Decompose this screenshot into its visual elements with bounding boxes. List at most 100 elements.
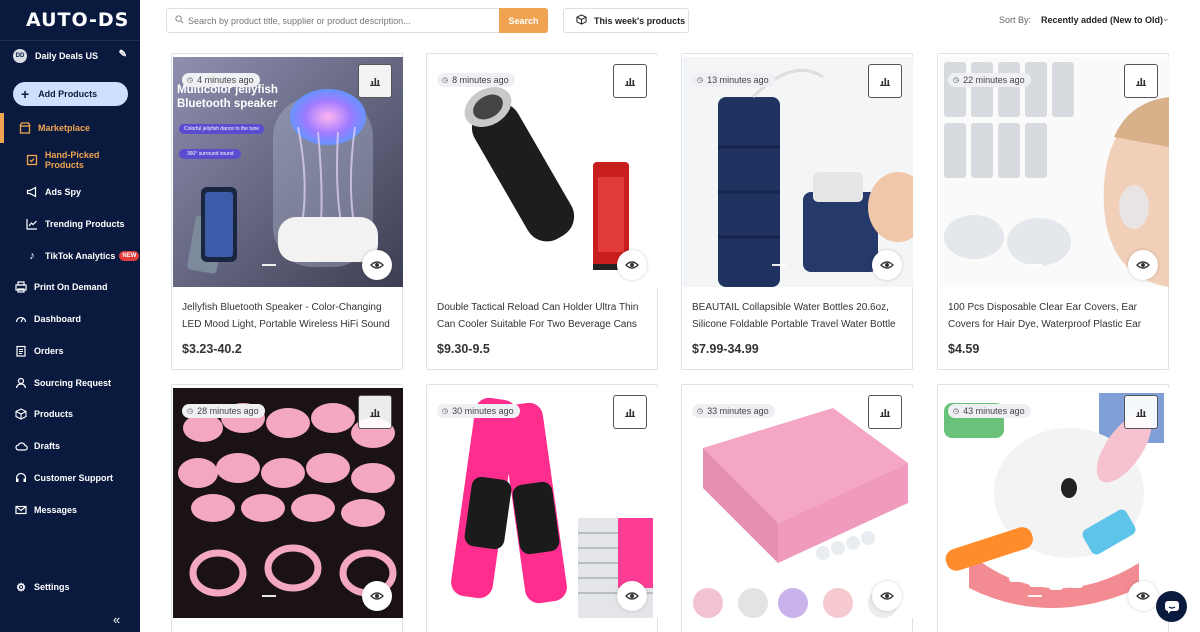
bar-chart-button[interactable] (358, 64, 392, 98)
sidebar-item-label: Print On Demand (34, 282, 108, 292)
bar-chart-button[interactable] (1124, 395, 1158, 429)
sidebar-item-label: Orders (34, 346, 64, 356)
eye-icon (1136, 592, 1150, 600)
tiktok-icon: ♪ (29, 250, 35, 262)
product-card[interactable]: ◷ 33 minutes ago (681, 384, 913, 632)
clock-icon: ◷ (953, 77, 960, 84)
sidebar-item-label: Hand-Picked Products (44, 150, 100, 170)
box-icon (576, 13, 587, 28)
sidebar-item-products[interactable]: Products (0, 404, 140, 424)
sidebar-item-marketplace[interactable]: Marketplace (0, 118, 140, 138)
product-title[interactable]: Double Tactical Reload Can Holder Ultra … (437, 299, 649, 333)
brand-logo[interactable]: AUTO-DS (26, 9, 129, 31)
bar-chart-button[interactable] (613, 64, 647, 98)
sidebar-item-drafts[interactable]: Drafts (0, 436, 140, 456)
gauge-icon (14, 312, 28, 326)
sidebar-item-customer-support[interactable]: Customer Support (0, 468, 140, 488)
time-text: 4 minutes ago (197, 75, 254, 85)
bar-chart-button[interactable] (868, 395, 902, 429)
bar-chart-icon (625, 78, 635, 86)
headset-icon (14, 471, 28, 485)
sidebar-item-label: Marketplace (38, 123, 91, 133)
bar-chart-icon (880, 409, 890, 417)
sidebar-item-sourcing-request[interactable]: Sourcing Request (0, 373, 140, 393)
chevron-down-icon[interactable]: ⌄ (1162, 13, 1170, 24)
clock-icon: ◷ (187, 408, 194, 415)
bar-chart-icon (370, 78, 380, 86)
bar-chart-button[interactable] (1124, 64, 1158, 98)
product-price: $4.59 (948, 342, 980, 356)
time-text: 13 minutes ago (707, 75, 769, 85)
preview-button[interactable] (362, 250, 392, 280)
product-card[interactable]: ◷ 8 minutes ago Double Tactical Reload Ca… (426, 53, 658, 370)
sort-select[interactable]: Recently added (New to Old) (1041, 15, 1163, 25)
time-badge: ◷ 33 minutes ago (692, 404, 775, 418)
megaphone-icon (25, 185, 39, 199)
sourcing-icon (14, 376, 28, 390)
add-products-label: Add Products (38, 89, 98, 99)
sidebar-item-trending[interactable]: Trending Products (0, 214, 140, 234)
preview-button[interactable] (872, 581, 902, 611)
product-card[interactable]: ◷ 13 minutes ago BEAUTAIL Collapsible Wat… (681, 53, 913, 370)
time-text: 28 minutes ago (197, 406, 259, 416)
clock-icon: ◷ (187, 77, 194, 84)
sidebar-item-label: Products (34, 409, 74, 419)
bar-chart-button[interactable] (358, 395, 392, 429)
trending-icon (25, 217, 39, 231)
search-field[interactable] (166, 8, 500, 33)
product-title[interactable]: Jellyfish Bluetooth Speaker - Color-Chan… (182, 299, 394, 333)
new-badge: NEW (119, 251, 140, 261)
collapse-sidebar-button[interactable]: « (113, 612, 120, 627)
preview-button[interactable] (872, 250, 902, 280)
clock-icon: ◷ (442, 408, 449, 415)
chat-button[interactable] (1156, 591, 1187, 622)
preview-button[interactable] (617, 250, 647, 280)
search-button[interactable]: Search (499, 8, 548, 33)
store-avatar: DD (13, 49, 27, 63)
search-input[interactable] (188, 15, 488, 26)
product-card[interactable]: Multicolor jellyfish Bluetooth speaker C… (171, 53, 403, 370)
sidebar-item-tiktok-analytics[interactable]: ♪ TikTok Analytics NEW (0, 246, 140, 266)
product-title[interactable]: 100 Pcs Disposable Clear Ear Covers, Ear… (948, 299, 1160, 333)
time-badge: ◷ 4 minutes ago (182, 73, 260, 87)
preview-button[interactable] (617, 581, 647, 611)
product-price: $3.23-40.2 (182, 342, 242, 356)
preview-button[interactable] (1128, 250, 1158, 280)
preview-button[interactable] (1128, 581, 1158, 611)
bar-chart-icon (1136, 78, 1146, 86)
bar-chart-button[interactable] (868, 64, 902, 98)
sidebar-item-messages[interactable]: Messages (0, 500, 140, 520)
sidebar-item-ads-spy[interactable]: Ads Spy (0, 182, 140, 202)
sidebar-item-label: Messages (34, 505, 78, 515)
this-weeks-products-button[interactable]: This week's products (563, 8, 689, 33)
product-title[interactable]: BEAUTAIL Collapsible Water Bottles 20.6o… (692, 299, 904, 333)
add-products-button[interactable]: + Add Products (13, 82, 128, 106)
sidebar-item-label: Trending Products (45, 219, 125, 229)
product-card[interactable]: ◷ 30 minutes ago (426, 384, 658, 632)
sidebar-item-label: Sourcing Request (34, 378, 112, 388)
sidebar-item-orders[interactable]: Orders (0, 341, 140, 361)
edit-icon[interactable]: ✎ (119, 49, 127, 60)
bar-chart-icon (880, 78, 890, 86)
preview-button[interactable] (362, 581, 392, 611)
time-badge: ◷ 43 minutes ago (948, 404, 1031, 418)
sidebar-item-dashboard[interactable]: Dashboard (0, 309, 140, 329)
sidebar-item-hand-picked[interactable]: Hand-Picked Products (0, 150, 140, 170)
search-icon (175, 15, 184, 26)
eye-icon (880, 261, 894, 269)
product-card[interactable]: ◷ 28 minutes ago (171, 384, 403, 632)
printer-icon (14, 280, 28, 294)
sidebar-item-print-on-demand[interactable]: Print On Demand (0, 277, 140, 297)
product-card[interactable]: ◷ 22 minutes ago 100 Pcs Disposable Clear… (937, 53, 1169, 370)
clock-icon: ◷ (697, 408, 704, 415)
product-card[interactable]: ◷ 43 minutes ago (937, 384, 1169, 632)
sidebar-item-settings[interactable]: ⚙ Settings (0, 577, 140, 597)
clock-icon: ◷ (697, 77, 704, 84)
time-text: 8 minutes ago (452, 75, 509, 85)
gear-icon: ⚙ (16, 581, 26, 594)
store-selector[interactable]: DD Daily Deals US ✎ (13, 48, 133, 64)
image-indicator (262, 264, 276, 266)
eye-icon (1136, 261, 1150, 269)
bar-chart-button[interactable] (613, 395, 647, 429)
eye-icon (625, 592, 639, 600)
